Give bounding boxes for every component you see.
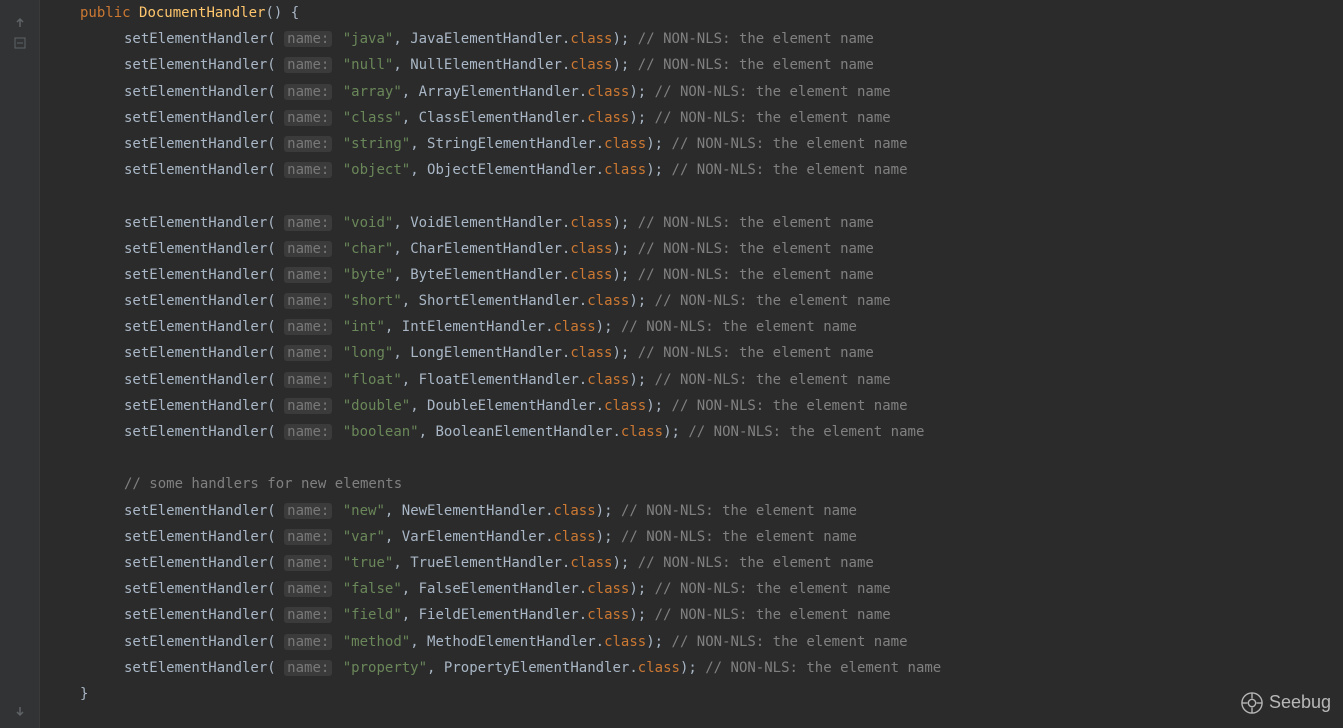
- parameter-hint: name:: [284, 31, 332, 47]
- parameter-hint: name:: [284, 57, 332, 73]
- parameter-hint: name:: [284, 345, 332, 361]
- code-line[interactable]: setElementHandler( name: "field", FieldE…: [40, 602, 1343, 628]
- parameter-hint: name:: [284, 607, 332, 623]
- watermark-text: Seebug: [1269, 686, 1331, 720]
- code-line[interactable]: setElementHandler( name: "null", NullEle…: [40, 52, 1343, 78]
- code-line[interactable]: setElementHandler( name: "short", ShortE…: [40, 288, 1343, 314]
- parameter-hint: name:: [284, 398, 332, 414]
- code-line[interactable]: setElementHandler( name: "long", LongEle…: [40, 340, 1343, 366]
- code-line[interactable]: setElementHandler( name: "int", IntEleme…: [40, 314, 1343, 340]
- code-line[interactable]: setElementHandler( name: "property", Pro…: [40, 655, 1343, 681]
- parameter-hint: name:: [284, 503, 332, 519]
- parameter-hint: name:: [284, 215, 332, 231]
- code-line[interactable]: setElementHandler( name: "method", Metho…: [40, 629, 1343, 655]
- parameter-hint: name:: [284, 634, 332, 650]
- blank-line[interactable]: [40, 183, 1343, 209]
- parameter-hint: name:: [284, 529, 332, 545]
- bug-icon: [1241, 692, 1263, 714]
- code-line[interactable]: setElementHandler( name: "false", FalseE…: [40, 576, 1343, 602]
- code-editor[interactable]: public DocumentHandler() {setElementHand…: [40, 0, 1343, 707]
- parameter-hint: name:: [284, 581, 332, 597]
- parameter-hint: name:: [284, 110, 332, 126]
- parameter-hint: name:: [284, 372, 332, 388]
- editor-gutter[interactable]: [0, 0, 40, 728]
- code-line[interactable]: setElementHandler( name: "float", FloatE…: [40, 367, 1343, 393]
- parameter-hint: name:: [284, 84, 332, 100]
- parameter-hint: name:: [284, 136, 332, 152]
- parameter-hint: name:: [284, 319, 332, 335]
- parameter-hint: name:: [284, 267, 332, 283]
- parameter-hint: name:: [284, 660, 332, 676]
- code-line[interactable]: setElementHandler( name: "object", Objec…: [40, 157, 1343, 183]
- code-line[interactable]: setElementHandler( name: "boolean", Bool…: [40, 419, 1343, 445]
- parameter-hint: name:: [284, 555, 332, 571]
- code-line[interactable]: setElementHandler( name: "new", NewEleme…: [40, 498, 1343, 524]
- parameter-hint: name:: [284, 293, 332, 309]
- expand-region-icon[interactable]: [14, 700, 26, 712]
- code-line[interactable]: setElementHandler( name: "java", JavaEle…: [40, 26, 1343, 52]
- code-line[interactable]: }: [40, 681, 1343, 707]
- code-line[interactable]: setElementHandler( name: "class", ClassE…: [40, 105, 1343, 131]
- fold-marker-icon[interactable]: [14, 12, 26, 24]
- collapse-region-icon[interactable]: [14, 32, 26, 44]
- seebug-watermark: Seebug: [1241, 686, 1331, 720]
- code-line[interactable]: setElementHandler( name: "void", VoidEle…: [40, 210, 1343, 236]
- parameter-hint: name:: [284, 424, 332, 440]
- code-line[interactable]: public DocumentHandler() {: [40, 0, 1343, 26]
- code-line[interactable]: setElementHandler( name: "double", Doubl…: [40, 393, 1343, 419]
- blank-line[interactable]: [40, 445, 1343, 471]
- code-line[interactable]: // some handlers for new elements: [40, 471, 1343, 497]
- parameter-hint: name:: [284, 241, 332, 257]
- code-line[interactable]: setElementHandler( name: "array", ArrayE…: [40, 79, 1343, 105]
- code-line[interactable]: setElementHandler( name: "string", Strin…: [40, 131, 1343, 157]
- code-line[interactable]: setElementHandler( name: "true", TrueEle…: [40, 550, 1343, 576]
- code-line[interactable]: setElementHandler( name: "var", VarEleme…: [40, 524, 1343, 550]
- parameter-hint: name:: [284, 162, 332, 178]
- code-line[interactable]: setElementHandler( name: "byte", ByteEle…: [40, 262, 1343, 288]
- code-line[interactable]: setElementHandler( name: "char", CharEle…: [40, 236, 1343, 262]
